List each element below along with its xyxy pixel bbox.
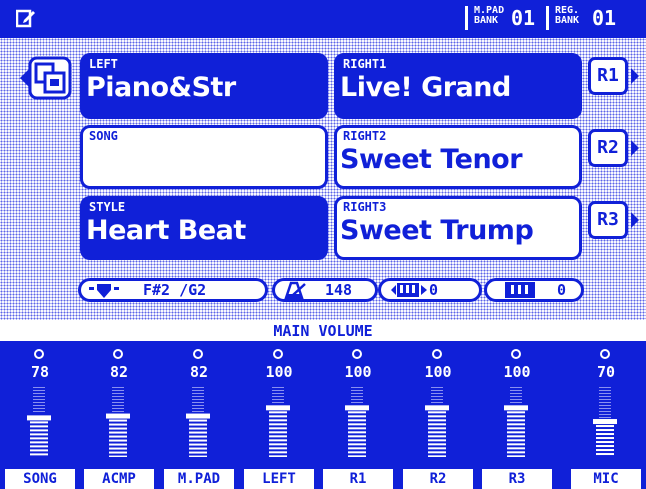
volume-channel-left[interactable]: 100 LEFT [244, 341, 314, 489]
chord-marker-icon [89, 284, 119, 298]
fader-knob [504, 405, 528, 411]
channel-select-icon[interactable] [193, 349, 203, 359]
style-part-box[interactable]: STYLE Heart Beat [80, 196, 328, 260]
right2-part-box[interactable]: RIGHT2 Sweet Tenor [334, 125, 582, 189]
channel-name[interactable]: R3 [482, 469, 552, 489]
top-bar: M.PAD BANK 01 REG. BANK 01 [0, 0, 646, 38]
tempo-value: 148 [325, 281, 353, 299]
style-name: Heart Beat [86, 215, 246, 246]
channel-name[interactable]: MIC [571, 469, 641, 489]
right2-part-label: RIGHT2 [343, 129, 387, 143]
channel-volume-value: 100 [265, 363, 293, 381]
channel-volume-value: 82 [189, 363, 209, 381]
mpad-bank-value: 01 [511, 6, 536, 30]
left-part-label: LEFT [89, 57, 118, 71]
fader-slider[interactable] [186, 387, 210, 457]
fader-knob [106, 413, 130, 419]
channel-volume-value: 82 [109, 363, 129, 381]
volume-channel-song[interactable]: 78 SONG [5, 341, 75, 489]
r3-arrow-icon [631, 212, 639, 228]
channel-name[interactable]: R1 [323, 469, 393, 489]
song-part-box[interactable]: SONG [80, 125, 328, 189]
separator [546, 6, 549, 30]
octave-keyboard-icon [505, 282, 535, 298]
fader-slider[interactable] [106, 387, 130, 457]
channel-select-icon[interactable] [352, 349, 362, 359]
main-volume-title: MAIN VOLUME [273, 322, 373, 340]
song-part-label: SONG [89, 129, 118, 143]
r3-button[interactable]: R3 [588, 201, 628, 239]
tempo-pill[interactable]: 148 [272, 278, 378, 302]
fader-slider[interactable] [345, 387, 369, 457]
fader-knob [593, 419, 617, 425]
main-screen: M.PAD BANK 01 REG. BANK 01 LEFT Piano&Str … [0, 0, 646, 489]
channel-name[interactable]: M.PAD [164, 469, 234, 489]
metronome-icon [284, 281, 306, 299]
right1-part-box[interactable]: RIGHT1 Live! Grand [334, 53, 582, 119]
fader-slider[interactable] [27, 387, 51, 457]
octave-pill[interactable]: 0 [484, 278, 584, 302]
left-part-box[interactable]: LEFT Piano&Str [80, 53, 328, 119]
channel-volume-value: 100 [503, 363, 531, 381]
channel-select-icon[interactable] [600, 349, 610, 359]
channel-select-icon[interactable] [113, 349, 123, 359]
fader-slider[interactable] [593, 387, 617, 457]
volume-channel-mpad[interactable]: 82 M.PAD [164, 341, 234, 489]
volume-channel-r1[interactable]: 100 R1 [323, 341, 393, 489]
r1-arrow-icon [631, 68, 639, 84]
channel-select-icon[interactable] [34, 349, 44, 359]
right3-part-box[interactable]: RIGHT3 Sweet Trump [334, 196, 582, 260]
channel-name[interactable]: SONG [5, 469, 75, 489]
fader-knob [27, 415, 51, 421]
separator [465, 6, 468, 30]
fader-knob [186, 413, 210, 419]
channel-name[interactable]: R2 [403, 469, 473, 489]
fader-knob [266, 405, 290, 411]
channel-name[interactable]: ACMP [84, 469, 154, 489]
r2-button[interactable]: R2 [588, 129, 628, 167]
volume-mixer: 78 SONG 82 ACMP 82 M.PAD 100 LEFT 100 R1 [0, 341, 646, 489]
r2-arrow-icon [631, 140, 639, 156]
fader-slider[interactable] [266, 387, 290, 457]
fader-knob [425, 405, 449, 411]
fader-slider[interactable] [425, 387, 449, 457]
channel-volume-value: 100 [424, 363, 452, 381]
transpose-chord-pill[interactable]: F#2 /G2 [78, 278, 268, 302]
main-panel: LEFT Piano&Str RIGHT1 Live! Grand SONG R… [0, 38, 646, 320]
left-voice-name: Piano&Str [86, 72, 236, 103]
channel-volume-value: 78 [30, 363, 50, 381]
channel-select-icon[interactable] [511, 349, 521, 359]
right3-voice-name: Sweet Trump [340, 215, 534, 246]
part-swap-button[interactable] [18, 55, 72, 101]
right1-voice-name: Live! Grand [340, 72, 511, 103]
fader-knob [345, 405, 369, 411]
edit-icon[interactable] [16, 8, 36, 28]
volume-channel-r2[interactable]: 100 R2 [403, 341, 473, 489]
channel-name[interactable]: LEFT [244, 469, 314, 489]
right3-part-label: RIGHT3 [343, 200, 387, 214]
transpose-pill[interactable]: 0 [378, 278, 482, 302]
transpose-value: 0 [429, 281, 439, 299]
mpad-bank-label: M.PAD BANK [474, 5, 505, 26]
volume-channel-acmp[interactable]: 82 ACMP [84, 341, 154, 489]
channel-select-icon[interactable] [273, 349, 283, 359]
reg-bank-value: 01 [592, 6, 617, 30]
fader-slider[interactable] [504, 387, 528, 457]
style-part-label: STYLE [89, 200, 126, 214]
right2-voice-name: Sweet Tenor [340, 144, 523, 175]
channel-select-icon[interactable] [432, 349, 442, 359]
channel-volume-value: 70 [596, 363, 616, 381]
right1-part-label: RIGHT1 [343, 57, 387, 71]
volume-channel-mic[interactable]: 70 MIC [571, 341, 641, 489]
transpose-keyboard-icon [391, 283, 427, 297]
octave-value: 0 [557, 281, 567, 299]
channel-volume-value: 100 [344, 363, 372, 381]
chord-value: F#2 /G2 [143, 281, 207, 299]
volume-channel-r3[interactable]: 100 R3 [482, 341, 552, 489]
r1-button[interactable]: R1 [588, 57, 628, 95]
reg-bank-label: REG. BANK [555, 5, 580, 26]
